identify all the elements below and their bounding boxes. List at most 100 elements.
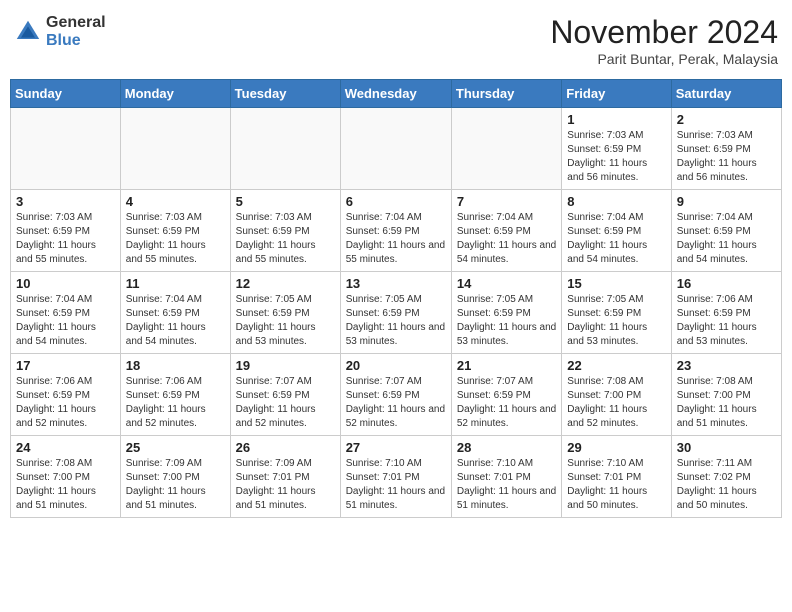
day-number: 26 xyxy=(236,440,335,455)
day-info: Sunrise: 7:06 AM Sunset: 6:59 PM Dayligh… xyxy=(677,293,776,349)
day-info: Sunrise: 7:08 AM Sunset: 7:00 PM Dayligh… xyxy=(567,375,665,431)
day-number: 28 xyxy=(457,440,556,455)
calendar-cell xyxy=(120,108,230,190)
day-info: Sunrise: 7:10 AM Sunset: 7:01 PM Dayligh… xyxy=(457,457,556,513)
day-number: 3 xyxy=(16,194,115,209)
weekday-header-friday: Friday xyxy=(562,80,671,108)
calendar-week-row: 3 Sunrise: 7:03 AM Sunset: 6:59 PM Daylig… xyxy=(11,190,782,272)
day-info: Sunrise: 7:07 AM Sunset: 6:59 PM Dayligh… xyxy=(346,375,446,431)
day-number: 23 xyxy=(677,358,776,373)
day-info: Sunrise: 7:09 AM Sunset: 7:01 PM Dayligh… xyxy=(236,457,335,513)
day-number: 9 xyxy=(677,194,776,209)
day-info: Sunrise: 7:08 AM Sunset: 7:00 PM Dayligh… xyxy=(677,375,776,431)
calendar-cell: 27 Sunrise: 7:10 AM Sunset: 7:01 PM Dayli… xyxy=(340,436,451,518)
calendar-table: SundayMondayTuesdayWednesdayThursdayFrid… xyxy=(10,79,782,518)
logo: General Blue xyxy=(14,14,106,49)
calendar-cell: 6Sunrise: 7:04 AM Sunset: 6:59 PM Daylig… xyxy=(340,190,451,272)
day-number: 18 xyxy=(126,358,225,373)
day-info: Sunrise: 7:11 AM Sunset: 7:02 PM Dayligh… xyxy=(677,457,776,513)
day-number: 15 xyxy=(567,276,665,291)
day-number: 29 xyxy=(567,440,665,455)
calendar-subtitle: Parit Buntar, Perak, Malaysia xyxy=(550,51,778,67)
day-number: 21 xyxy=(457,358,556,373)
weekday-header-monday: Monday xyxy=(120,80,230,108)
calendar-cell: 8 Sunrise: 7:04 AM Sunset: 6:59 PM Daylig… xyxy=(562,190,671,272)
logo-icon xyxy=(14,18,42,46)
calendar-cell: 9 Sunrise: 7:04 AM Sunset: 6:59 PM Daylig… xyxy=(671,190,781,272)
day-info: Sunrise: 7:03 AM Sunset: 6:59 PM Dayligh… xyxy=(16,211,115,267)
calendar-cell: 5Sunrise: 7:03 AM Sunset: 6:59 PM Daylig… xyxy=(230,190,340,272)
day-info: Sunrise: 7:05 AM Sunset: 6:59 PM Dayligh… xyxy=(236,293,335,349)
day-number: 17 xyxy=(16,358,115,373)
day-number: 22 xyxy=(567,358,665,373)
logo-text: General Blue xyxy=(46,14,106,49)
calendar-cell: 23 Sunrise: 7:08 AM Sunset: 7:00 PM Dayli… xyxy=(671,354,781,436)
calendar-cell: 19 Sunrise: 7:07 AM Sunset: 6:59 PM Dayli… xyxy=(230,354,340,436)
calendar-cell: 4Sunrise: 7:03 AM Sunset: 6:59 PM Daylig… xyxy=(120,190,230,272)
day-number: 8 xyxy=(567,194,665,209)
day-number: 10 xyxy=(16,276,115,291)
weekday-header-thursday: Thursday xyxy=(451,80,561,108)
day-info: Sunrise: 7:05 AM Sunset: 6:59 PM Dayligh… xyxy=(346,293,446,349)
calendar-cell: 10 Sunrise: 7:04 AM Sunset: 6:59 PM Dayli… xyxy=(11,272,121,354)
calendar-cell xyxy=(11,108,121,190)
calendar-cell xyxy=(230,108,340,190)
day-info: Sunrise: 7:06 AM Sunset: 6:59 PM Dayligh… xyxy=(16,375,115,431)
calendar-cell: 1Sunrise: 7:03 AM Sunset: 6:59 PM Daylig… xyxy=(562,108,671,190)
day-info: Sunrise: 7:03 AM Sunset: 6:59 PM Dayligh… xyxy=(677,129,776,185)
day-number: 24 xyxy=(16,440,115,455)
calendar-cell: 28 Sunrise: 7:10 AM Sunset: 7:01 PM Dayli… xyxy=(451,436,561,518)
day-info: Sunrise: 7:05 AM Sunset: 6:59 PM Dayligh… xyxy=(567,293,665,349)
weekday-header-tuesday: Tuesday xyxy=(230,80,340,108)
calendar-cell: 20 Sunrise: 7:07 AM Sunset: 6:59 PM Dayli… xyxy=(340,354,451,436)
day-number: 20 xyxy=(346,358,446,373)
day-number: 19 xyxy=(236,358,335,373)
calendar-cell: 2 Sunrise: 7:03 AM Sunset: 6:59 PM Daylig… xyxy=(671,108,781,190)
day-info: Sunrise: 7:05 AM Sunset: 6:59 PM Dayligh… xyxy=(457,293,556,349)
day-number: 14 xyxy=(457,276,556,291)
calendar-week-row: 10 Sunrise: 7:04 AM Sunset: 6:59 PM Dayli… xyxy=(11,272,782,354)
calendar-cell: 26 Sunrise: 7:09 AM Sunset: 7:01 PM Dayli… xyxy=(230,436,340,518)
calendar-cell: 3 Sunrise: 7:03 AM Sunset: 6:59 PM Daylig… xyxy=(11,190,121,272)
day-info: Sunrise: 7:04 AM Sunset: 6:59 PM Dayligh… xyxy=(567,211,665,267)
day-info: Sunrise: 7:07 AM Sunset: 6:59 PM Dayligh… xyxy=(236,375,335,431)
calendar-cell: 25Sunrise: 7:09 AM Sunset: 7:00 PM Dayli… xyxy=(120,436,230,518)
weekday-header-row: SundayMondayTuesdayWednesdayThursdayFrid… xyxy=(11,80,782,108)
calendar-cell: 14 Sunrise: 7:05 AM Sunset: 6:59 PM Dayli… xyxy=(451,272,561,354)
day-number: 30 xyxy=(677,440,776,455)
calendar-cell xyxy=(451,108,561,190)
day-number: 11 xyxy=(126,276,225,291)
day-info: Sunrise: 7:03 AM Sunset: 6:59 PM Dayligh… xyxy=(567,129,665,185)
day-number: 27 xyxy=(346,440,446,455)
calendar-week-row: 17 Sunrise: 7:06 AM Sunset: 6:59 PM Dayli… xyxy=(11,354,782,436)
day-info: Sunrise: 7:06 AM Sunset: 6:59 PM Dayligh… xyxy=(126,375,225,431)
calendar-cell: 18 Sunrise: 7:06 AM Sunset: 6:59 PM Dayli… xyxy=(120,354,230,436)
calendar-cell: 24 Sunrise: 7:08 AM Sunset: 7:00 PM Dayli… xyxy=(11,436,121,518)
day-info: Sunrise: 7:10 AM Sunset: 7:01 PM Dayligh… xyxy=(346,457,446,513)
calendar-week-row: 24 Sunrise: 7:08 AM Sunset: 7:00 PM Dayli… xyxy=(11,436,782,518)
calendar-cell: 7Sunrise: 7:04 AM Sunset: 6:59 PM Daylig… xyxy=(451,190,561,272)
page-header: General Blue November 2024 Parit Buntar,… xyxy=(10,10,782,71)
calendar-week-row: 1Sunrise: 7:03 AM Sunset: 6:59 PM Daylig… xyxy=(11,108,782,190)
day-number: 6 xyxy=(346,194,446,209)
calendar-cell: 16Sunrise: 7:06 AM Sunset: 6:59 PM Dayli… xyxy=(671,272,781,354)
title-block: November 2024 Parit Buntar, Perak, Malay… xyxy=(550,14,778,67)
weekday-header-wednesday: Wednesday xyxy=(340,80,451,108)
calendar-cell xyxy=(340,108,451,190)
day-info: Sunrise: 7:07 AM Sunset: 6:59 PM Dayligh… xyxy=(457,375,556,431)
day-info: Sunrise: 7:10 AM Sunset: 7:01 PM Dayligh… xyxy=(567,457,665,513)
day-number: 2 xyxy=(677,112,776,127)
day-info: Sunrise: 7:04 AM Sunset: 6:59 PM Dayligh… xyxy=(677,211,776,267)
weekday-header-saturday: Saturday xyxy=(671,80,781,108)
logo-general-text: General xyxy=(46,14,106,32)
calendar-cell: 11 Sunrise: 7:04 AM Sunset: 6:59 PM Dayli… xyxy=(120,272,230,354)
day-number: 4 xyxy=(126,194,225,209)
day-info: Sunrise: 7:04 AM Sunset: 6:59 PM Dayligh… xyxy=(126,293,225,349)
day-info: Sunrise: 7:08 AM Sunset: 7:00 PM Dayligh… xyxy=(16,457,115,513)
calendar-cell: 17 Sunrise: 7:06 AM Sunset: 6:59 PM Dayli… xyxy=(11,354,121,436)
day-number: 13 xyxy=(346,276,446,291)
day-info: Sunrise: 7:04 AM Sunset: 6:59 PM Dayligh… xyxy=(457,211,556,267)
calendar-cell: 22 Sunrise: 7:08 AM Sunset: 7:00 PM Dayli… xyxy=(562,354,671,436)
day-number: 12 xyxy=(236,276,335,291)
day-info: Sunrise: 7:04 AM Sunset: 6:59 PM Dayligh… xyxy=(16,293,115,349)
